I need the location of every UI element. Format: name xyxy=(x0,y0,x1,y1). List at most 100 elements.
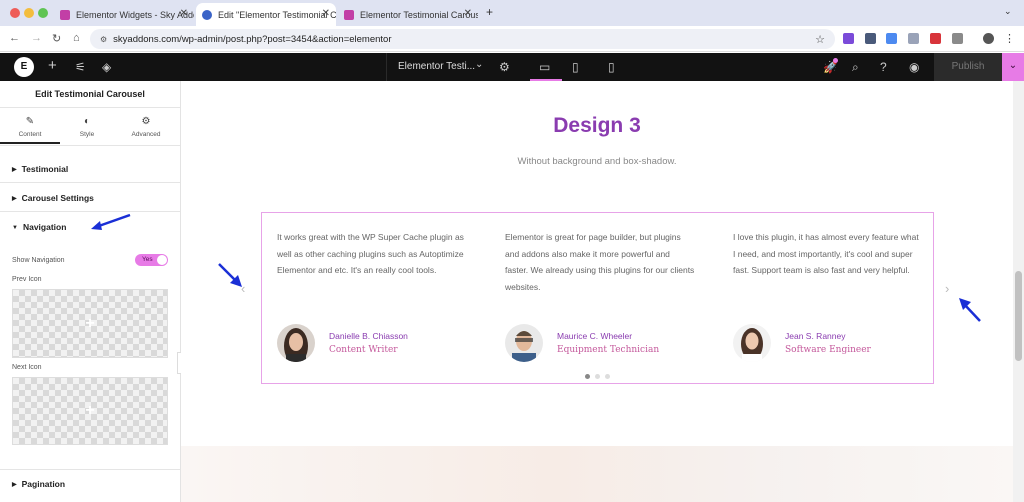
avatar xyxy=(733,324,771,362)
desktop-view-tab[interactable]: ▭ xyxy=(530,53,562,81)
site-favicon-icon xyxy=(344,9,354,20)
testimonial-name: Maurice C. Wheeler xyxy=(557,331,633,341)
add-icon: + xyxy=(85,402,95,419)
half-circle-icon: ◐ xyxy=(83,116,91,127)
annotation-arrow-icon xyxy=(218,263,242,287)
document-title-dropdown[interactable]: Elementor Testi... ⌄ ⚙ xyxy=(386,53,522,81)
testimonial-quote: It works great with the WP Super Cache p… xyxy=(277,232,464,275)
document-title: Elementor Testi... xyxy=(398,61,476,72)
browser-tab-active[interactable]: Edit "Elementor Testimonial C ✕ xyxy=(196,3,336,26)
profile-avatar-icon[interactable] xyxy=(983,33,994,44)
section-heading: Design 3 xyxy=(553,114,641,137)
caret-down-icon: ▼ xyxy=(12,225,18,231)
url-text: skyaddons.com/wp-admin/post.php?post=345… xyxy=(113,33,392,45)
toggle-knob xyxy=(157,255,167,265)
caret-right-icon: ▶ xyxy=(12,482,17,488)
active-tab-indicator xyxy=(0,142,60,144)
home-icon[interactable]: ⌂ xyxy=(73,32,80,44)
section-pagination[interactable]: ▶ Pagination xyxy=(0,469,180,502)
add-element-icon[interactable]: + xyxy=(48,57,57,74)
pagination-dot[interactable] xyxy=(605,374,610,379)
publish-options-chevron-icon[interactable]: ⌄ xyxy=(1002,53,1024,81)
divider xyxy=(0,107,180,108)
testimonial-carousel: It works great with the WP Super Cache p… xyxy=(261,212,934,384)
page-settings-gear-icon[interactable]: ⚙ xyxy=(499,60,510,74)
tab-content[interactable]: ✎ Content xyxy=(5,116,55,138)
next-icon-picker[interactable]: + xyxy=(12,377,168,445)
browser-tab[interactable]: Elementor Widgets - Sky Addo ✕ xyxy=(54,3,194,26)
publish-button[interactable]: Publish xyxy=(934,53,1002,81)
testimonial-card: It works great with the WP Super Cache p… xyxy=(277,229,467,362)
tab-title: Elementor Widgets - Sky Addo xyxy=(76,9,194,20)
browser-tab[interactable]: Elementor Testimonial Carous ✕ xyxy=(338,3,478,26)
forward-icon[interactable]: → xyxy=(31,32,42,44)
testimonial-card: I love this plugin, it has almost every … xyxy=(733,229,923,362)
pagination-dot[interactable] xyxy=(595,374,600,379)
testimonial-card: Elementor is great for page builder, but… xyxy=(505,229,695,362)
pencil-icon: ✎ xyxy=(25,116,35,127)
testimonial-role: Content Writer xyxy=(329,345,398,355)
testimonial-quote: Elementor is great for page builder, but… xyxy=(505,232,695,292)
translate-icon[interactable] xyxy=(886,33,897,44)
structure-layers-icon[interactable]: ◈ xyxy=(102,60,111,74)
tab-title: Elementor Testimonial Carous xyxy=(360,9,478,20)
tab-style[interactable]: ◐ Style xyxy=(62,116,112,138)
reload-icon[interactable]: ↻ xyxy=(52,32,61,45)
pagination-dot-active[interactable] xyxy=(585,374,590,379)
elementor-logo-icon[interactable]: E xyxy=(14,57,34,77)
maximize-window-button[interactable] xyxy=(38,8,48,18)
bookmark-star-icon[interactable]: ☆ xyxy=(815,33,825,46)
tab-advanced[interactable]: ⚙ Advanced xyxy=(121,116,171,138)
browser-tab-bar: Elementor Widgets - Sky Addo ✕ Edit "Ele… xyxy=(0,0,1024,26)
panel-title: Edit Testimonial Carousel xyxy=(35,89,145,99)
prev-icon-picker[interactable]: + xyxy=(12,289,168,358)
testimonial-name: Danielle B. Chiasson xyxy=(329,331,408,341)
close-tab-icon[interactable]: ✕ xyxy=(180,8,188,19)
tab-list-chevron-icon[interactable]: ⌄ xyxy=(1004,6,1012,17)
next-icon-label: Next Icon xyxy=(12,364,42,371)
search-icon[interactable]: ⌕ xyxy=(852,60,859,75)
extension-icon[interactable] xyxy=(952,33,963,44)
close-window-button[interactable] xyxy=(10,8,20,18)
next-section-background xyxy=(181,446,1013,502)
toggle-value: Yes xyxy=(142,256,153,263)
carousel-next-arrow-icon[interactable]: › xyxy=(945,281,949,296)
add-icon: + xyxy=(85,314,95,332)
elementor-top-bar: E + ⚟ ◈ Elementor Testi... ⌄ ⚙ ▭ ▯ ▯ 🚀 ⌕… xyxy=(0,53,1024,81)
new-tab-icon[interactable]: + xyxy=(486,5,493,19)
gear-icon: ⚙ xyxy=(141,116,151,127)
url-bar[interactable]: ⚙ skyaddons.com/wp-admin/post.php?post=3… xyxy=(90,29,835,49)
wordpress-favicon-icon xyxy=(202,9,212,20)
editor-panel: Edit Testimonial Carousel ✎ Content ◐ St… xyxy=(0,81,181,502)
close-tab-icon[interactable]: ✕ xyxy=(322,8,330,19)
site-settings-icon[interactable]: ⚟ xyxy=(75,60,86,74)
minimize-window-button[interactable] xyxy=(24,8,34,18)
section-carousel-settings[interactable]: ▶ Carousel Settings xyxy=(0,182,180,211)
preview-eye-icon[interactable]: ◉ xyxy=(909,60,919,74)
extension-shield-icon[interactable] xyxy=(865,33,876,44)
annotation-arrow-icon xyxy=(91,213,131,230)
testimonial-role: Software Engineer xyxy=(785,345,871,355)
section-label: Testimonial xyxy=(21,164,69,174)
show-navigation-toggle[interactable]: Yes xyxy=(135,254,168,266)
back-icon[interactable]: ← xyxy=(9,32,20,44)
page-scrollbar[interactable] xyxy=(1013,81,1024,502)
avatar xyxy=(505,324,543,362)
section-testimonial[interactable]: ▶ Testimonial xyxy=(0,145,180,175)
extension-icon[interactable] xyxy=(908,33,919,44)
site-info-icon[interactable]: ⚙ xyxy=(100,35,107,44)
mobile-view-icon[interactable]: ▯ xyxy=(608,60,615,74)
help-icon[interactable]: ? xyxy=(880,60,887,74)
chevron-down-icon: ⌄ xyxy=(475,59,484,70)
notification-badge xyxy=(833,58,838,63)
tab-label: Content xyxy=(18,131,42,138)
more-menu-icon[interactable]: ⋮ xyxy=(1004,32,1015,45)
extension-icon[interactable] xyxy=(930,33,941,44)
scrollbar-thumb[interactable] xyxy=(1015,271,1022,361)
extension-icon[interactable] xyxy=(843,33,854,44)
tablet-view-icon[interactable]: ▯ xyxy=(572,60,579,74)
testimonial-name: Jean S. Ranney xyxy=(785,331,846,341)
section-subheading: Without background and box-shadow. xyxy=(517,156,677,167)
close-tab-icon[interactable]: ✕ xyxy=(464,8,472,19)
testimonial-quote: I love this plugin, it has almost every … xyxy=(733,232,919,275)
